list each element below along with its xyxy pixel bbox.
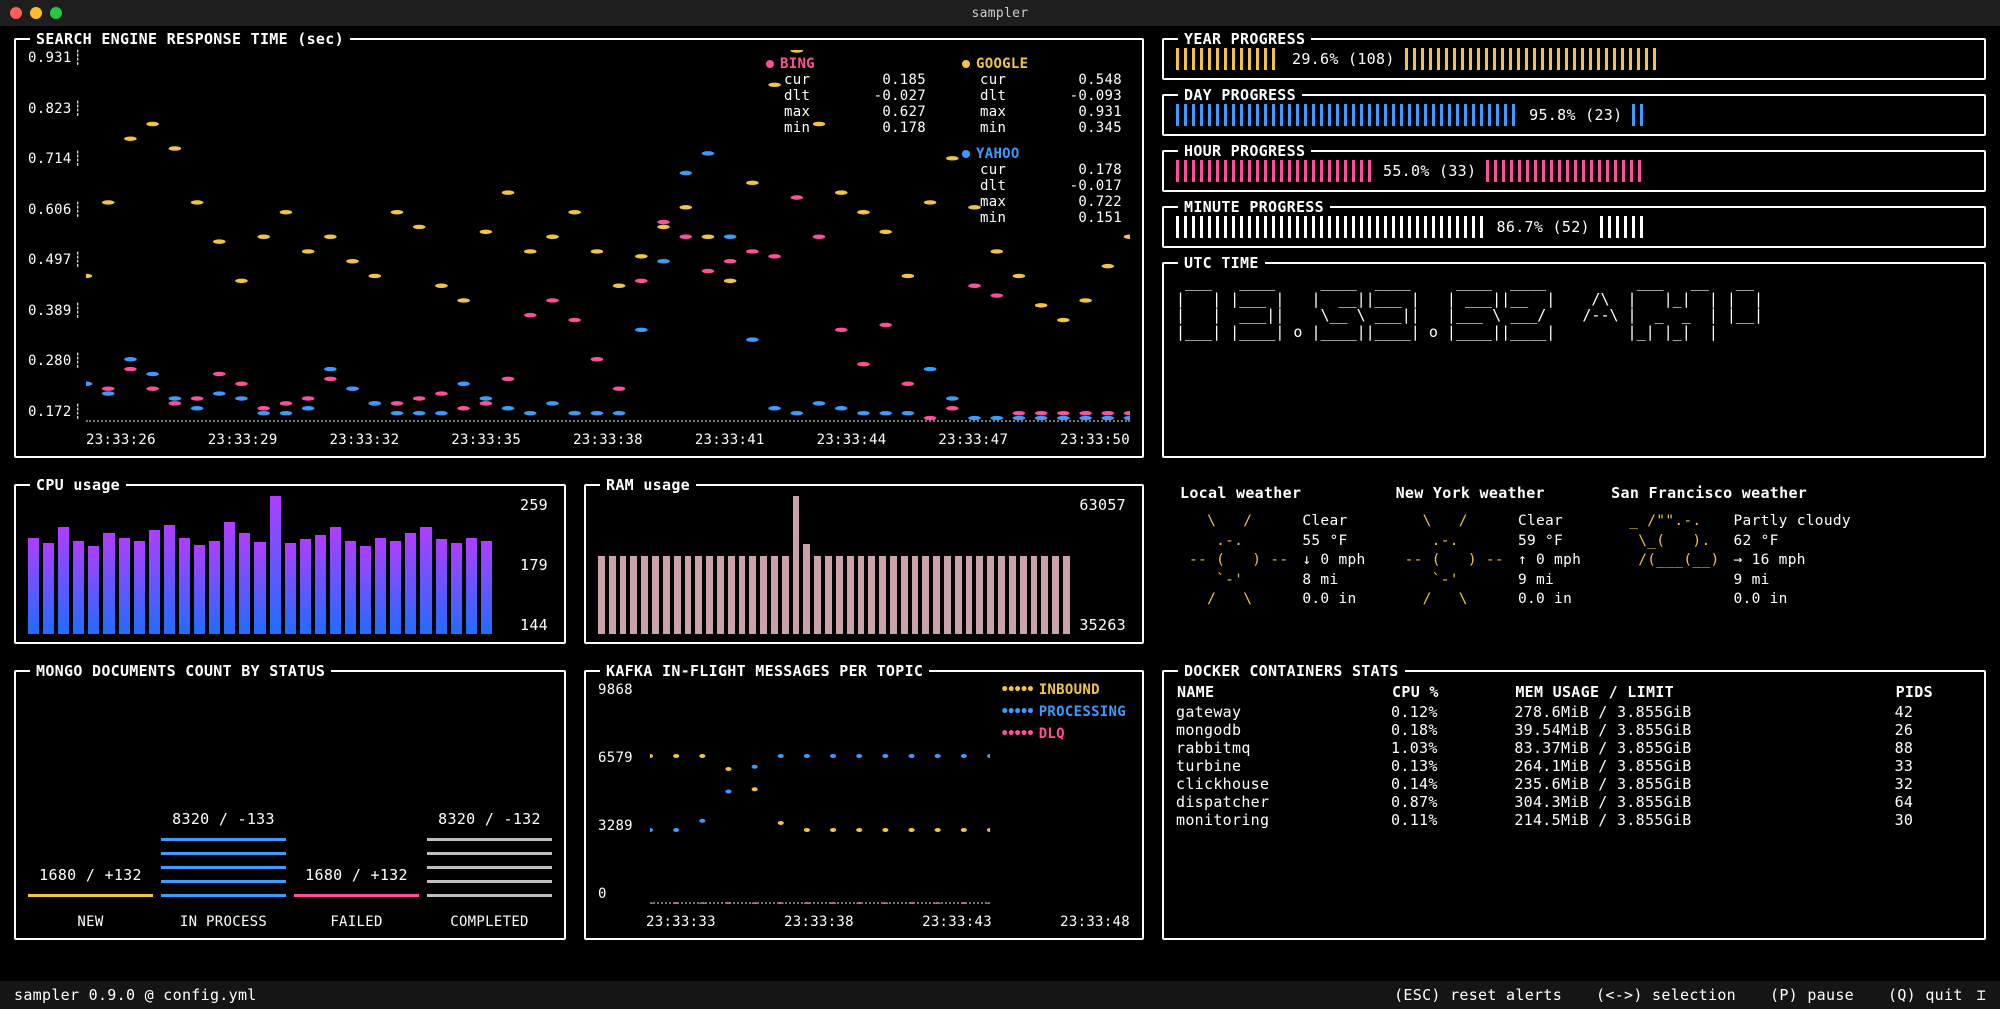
window-title: sampler <box>0 6 2000 21</box>
panel-mongo: MONGO DOCUMENTS COUNT BY STATUS 1680 / +… <box>14 670 566 940</box>
footer-hint: (ESC) reset alerts <box>1394 986 1562 1004</box>
panel-cpu-usage: CPU usage 259 179 144 <box>14 484 566 644</box>
table-row: mongodb0.18%39.54MiB / 3.855GiB26 <box>1176 721 1972 739</box>
chart-legend: BINGcur0.185dlt-0.027max0.627min0.178GOO… <box>766 56 1122 226</box>
panel-title: RAM usage <box>600 476 696 494</box>
cursor-icon: ⌶ <box>1977 986 1986 1004</box>
footer-hint: (<->) selection <box>1596 986 1736 1004</box>
footer-version: sampler 0.9.0 @ config.yml <box>14 986 257 1004</box>
cpu-mid: 179 <box>520 556 548 574</box>
cpu-max: 259 <box>520 496 548 514</box>
table-row: gateway0.12%278.6MiB / 3.855GiB42 <box>1176 703 1972 721</box>
weather-icon: \ / .-. -- ( ) -- `-' / \ <box>1180 512 1288 610</box>
panel-utc-time: UTC TIME ___ ____ ____ ____ ____ ____ __… <box>1162 262 1986 458</box>
footer-hint: (P) pause <box>1770 986 1854 1004</box>
weather-card: Local weather \ / .-. -- ( ) -- `-' / \C… <box>1180 484 1366 644</box>
panel-day-progress: DAY PROGRESS95.8% (23) <box>1162 94 1986 136</box>
table-row: monitoring0.11%214.5MiB / 3.855GiB30 <box>1176 811 1972 829</box>
chart-x-axis: 23:33:2623:33:2923:33:3223:33:3523:33:38… <box>86 432 1130 448</box>
panel-hour-progress: HOUR PROGRESS55.0% (33) <box>1162 150 1986 192</box>
panel-kafka: KAFKA IN-FLIGHT MESSAGES PER TOPIC 98686… <box>584 670 1144 940</box>
panel-title: CPU usage <box>30 476 126 494</box>
mongo-col-failed: 1680 / +132FAILED <box>294 682 419 930</box>
ram-min: 35263 <box>1079 616 1126 634</box>
panel-title: SEARCH ENGINE RESPONSE TIME (sec) <box>30 30 350 48</box>
chart-y-axis: 0.9310.8230.7140.6060.4970.3890.2800.172 <box>28 50 82 420</box>
weather-icon: _ /"".-. \_( ). /(___(__) <box>1611 512 1719 610</box>
status-bar: sampler 0.9.0 @ config.yml (ESC) reset a… <box>0 981 2000 1009</box>
table-row: rabbitmq1.03%83.37MiB / 3.855GiB88 <box>1176 739 1972 757</box>
panel-title: KAFKA IN-FLIGHT MESSAGES PER TOPIC <box>600 662 929 680</box>
footer-hint: (Q) quit <box>1888 986 1963 1004</box>
progress-group: YEAR PROGRESS29.6% (108) DAY PROGRESS95.8… <box>1162 38 1986 248</box>
table-row: turbine0.13%264.1MiB / 3.855GiB33 <box>1176 757 1972 775</box>
weather-card: San Francisco weather _ /"".-. \_( ). /(… <box>1611 484 1851 644</box>
panel-minute-progress: MINUTE PROGRESS86.7% (52) <box>1162 206 1986 248</box>
cpu-min: 144 <box>520 616 548 634</box>
weather-group: Local weather \ / .-. -- ( ) -- `-' / \C… <box>1162 484 1986 644</box>
panel-ram-usage: RAM usage 63057 35263 <box>584 484 1144 644</box>
panel-year-progress: YEAR PROGRESS29.6% (108) <box>1162 38 1986 80</box>
panel-title: DOCKER CONTAINERS STATS <box>1178 662 1405 680</box>
panel-search-response: SEARCH ENGINE RESPONSE TIME (sec) 0.9310… <box>14 38 1144 458</box>
mongo-col-new: 1680 / +132NEW <box>28 682 153 930</box>
table-row: dispatcher0.87%304.3MiB / 3.855GiB64 <box>1176 793 1972 811</box>
mongo-col-in-process: 8320 / -133IN PROCESS <box>161 682 286 930</box>
table-row: clickhouse0.14%235.6MiB / 3.855GiB32 <box>1176 775 1972 793</box>
panel-docker: DOCKER CONTAINERS STATS NAMECPU %MEM USA… <box>1162 670 1986 940</box>
ram-max: 63057 <box>1079 496 1126 514</box>
docker-table: NAMECPU %MEM USAGE / LIMITPIDSgateway0.1… <box>1176 682 1972 829</box>
mongo-col-completed: 8320 / -132COMPLETED <box>427 682 552 930</box>
weather-icon: \ / .-. -- ( ) -- `-' / \ <box>1396 512 1504 610</box>
window-titlebar: sampler <box>0 0 2000 26</box>
panel-title: UTC TIME <box>1178 254 1265 272</box>
utc-ascii: ___ ____ ____ ____ ____ ____ ___ __ __ |… <box>1176 274 1972 340</box>
panel-title: MONGO DOCUMENTS COUNT BY STATUS <box>30 662 331 680</box>
weather-card: New York weather \ / .-. -- ( ) -- `-' /… <box>1396 484 1582 644</box>
